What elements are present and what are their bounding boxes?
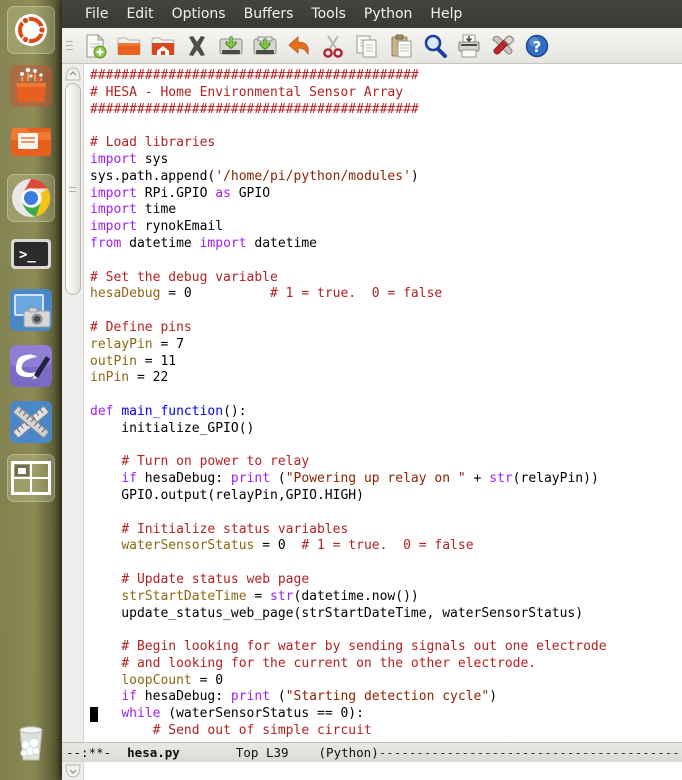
undo-button[interactable]	[282, 30, 316, 62]
mode-line: --:**- hesa.py Top L39 (Python) --------…	[62, 742, 682, 762]
new-file-button[interactable]	[78, 30, 112, 62]
help-button[interactable]: ?	[520, 30, 554, 62]
modeline-major-mode: (Python)	[318, 745, 379, 760]
search-button[interactable]	[418, 30, 452, 62]
paste-button[interactable]	[384, 30, 418, 62]
new-file-icon	[86, 33, 107, 58]
scrollbar-thumb[interactable]	[64, 83, 81, 295]
save-button[interactable]	[214, 30, 248, 62]
copy-button[interactable]	[350, 30, 384, 62]
print-icon	[458, 34, 480, 57]
scroll-up-button[interactable]	[64, 66, 82, 82]
software-center-icon	[10, 65, 52, 107]
screenshot-icon	[10, 289, 52, 331]
workspace-switcher-icon	[11, 461, 51, 495]
vertical-scrollbar[interactable]	[62, 64, 84, 742]
launcher-item-terminal[interactable]: >_	[7, 230, 55, 278]
open-home-folder-icon	[151, 37, 175, 55]
menu-help[interactable]: Help	[421, 4, 471, 24]
menu-options[interactable]: Options	[163, 4, 235, 24]
launcher-item-files[interactable]	[7, 118, 55, 166]
tool-bar[interactable]: ?	[62, 28, 682, 64]
customize-tools-icon	[492, 35, 515, 54]
unity-launcher[interactable]: >_	[0, 0, 62, 780]
menu-python[interactable]: Python	[355, 4, 422, 24]
menu-buffers[interactable]: Buffers	[235, 4, 303, 24]
terminal-icon: >_	[11, 239, 51, 269]
editor-body: ########################################…	[62, 64, 682, 742]
desktop: >_ File Edit Options Buffers Tools Pytho…	[0, 0, 682, 780]
python-source-code[interactable]: ########################################…	[90, 68, 682, 740]
launcher-item-trash[interactable]	[7, 718, 55, 766]
emacs-icon	[10, 345, 52, 387]
toolbar-grip[interactable]	[66, 35, 76, 57]
modeline-buffer-name: hesa.py	[127, 745, 180, 760]
help-icon: ?	[525, 34, 549, 57]
close-icon	[189, 35, 205, 56]
text-cursor	[90, 707, 98, 723]
launcher-item-chrome[interactable]	[7, 174, 55, 222]
menu-edit[interactable]: Edit	[117, 4, 162, 24]
menu-bar[interactable]: File Edit Options Buffers Tools Python H…	[62, 0, 682, 28]
files-icon	[11, 128, 51, 156]
launcher-item-ubuntu-dash[interactable]	[7, 6, 55, 54]
chevron-up-icon	[64, 67, 81, 81]
customize-button[interactable]	[486, 30, 520, 62]
menu-tools[interactable]: Tools	[302, 4, 355, 24]
undo-icon	[288, 35, 309, 55]
open-file-button[interactable]	[112, 30, 146, 62]
cut-icon	[323, 34, 343, 58]
print-button[interactable]	[452, 30, 486, 62]
open-file-icon	[117, 37, 141, 55]
ubuntu-dash-icon	[15, 14, 47, 46]
launcher-item-measure-tools[interactable]	[7, 398, 55, 446]
emacs-window: File Edit Options Buffers Tools Python H…	[62, 0, 682, 780]
measure-tools-icon	[10, 401, 52, 443]
paste-icon	[391, 34, 412, 57]
svg-text:?: ?	[533, 38, 542, 56]
modeline-position: Top L39	[235, 745, 289, 760]
chevron-down-icon	[64, 764, 81, 778]
copy-icon	[356, 35, 377, 57]
svg-text:>_: >_	[19, 247, 36, 263]
code-text-area[interactable]: ########################################…	[84, 64, 682, 742]
trash-icon	[19, 726, 43, 761]
launcher-item-emacs[interactable]	[7, 342, 55, 390]
chrome-icon	[12, 178, 51, 217]
close-buffer-button[interactable]	[180, 30, 214, 62]
menu-file[interactable]: File	[76, 4, 117, 24]
save-icon	[219, 35, 243, 54]
launcher-item-screenshot[interactable]	[7, 286, 55, 334]
scroll-down-button[interactable]	[62, 762, 84, 780]
launcher-item-workspace-switcher[interactable]	[7, 454, 55, 502]
modeline-status: --:**-	[66, 745, 112, 760]
minibuffer[interactable]	[62, 762, 682, 780]
open-home-folder-button[interactable]	[146, 30, 180, 62]
cut-button[interactable]	[316, 30, 350, 62]
modeline-filler: ----------------------------------------	[378, 745, 680, 760]
launcher-item-software-center[interactable]	[7, 62, 55, 110]
save-as-button[interactable]	[248, 30, 282, 62]
save-as-icon	[253, 36, 277, 54]
search-icon	[424, 34, 447, 58]
